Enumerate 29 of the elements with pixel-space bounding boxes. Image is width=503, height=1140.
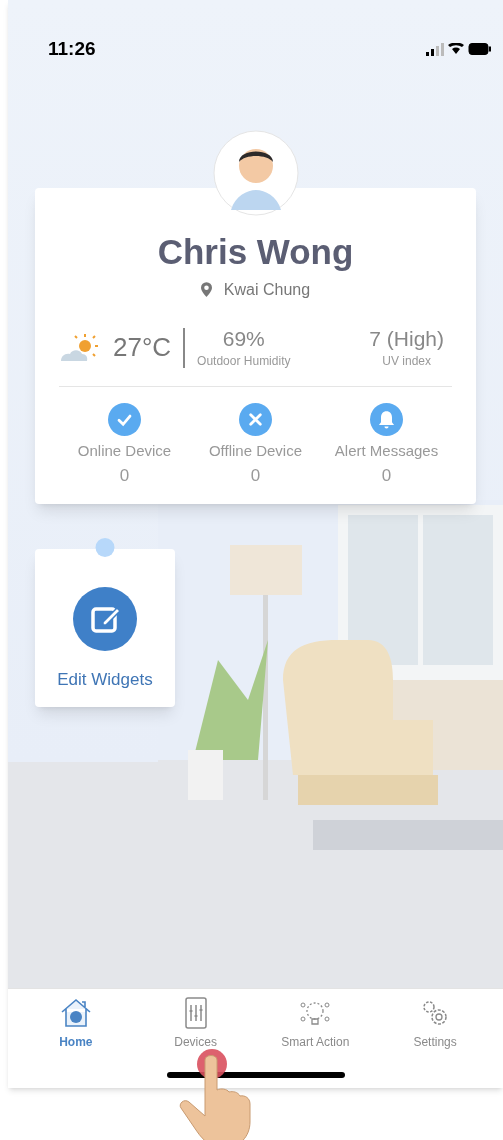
user-name: Chris Wong <box>157 231 354 273</box>
battery-icon <box>468 43 491 55</box>
edit-icon <box>73 587 137 652</box>
close-icon <box>239 403 272 436</box>
tab[interactable]: Settings <box>385 997 486 1051</box>
tab[interactable]: Smart Action <box>265 997 366 1051</box>
stat-count: 0 <box>381 464 392 487</box>
tablet-sliders-icon <box>183 997 208 1029</box>
uv-value: 7 (High) <box>369 325 444 352</box>
location-text: Kwai Chung <box>223 279 311 300</box>
check-icon <box>108 403 141 436</box>
humidity-value: 69% <box>222 325 265 352</box>
stat-count: 0 <box>119 464 130 487</box>
uv-label: UV index <box>382 353 431 370</box>
location-pin-icon <box>200 282 212 298</box>
stat-count: 0 <box>250 464 261 487</box>
edit-widgets-card[interactable]: Edit Widgets <box>35 549 175 707</box>
stat-label: Offline Device <box>208 441 303 461</box>
signal-icon <box>426 42 444 56</box>
wifi-icon <box>448 43 464 55</box>
tab[interactable]: Devices <box>145 997 246 1051</box>
partly-sunny-icon <box>59 332 101 363</box>
stat-label: Alert Messages <box>334 441 439 461</box>
status-time: 11:26 <box>48 36 96 61</box>
stat-label: Online Device <box>77 441 172 461</box>
tab[interactable]: Home <box>25 997 126 1051</box>
humidity-label: Outdoor Humidity <box>197 353 291 370</box>
bell-icon <box>370 403 403 436</box>
temperature-text: 27°C <box>113 331 172 365</box>
